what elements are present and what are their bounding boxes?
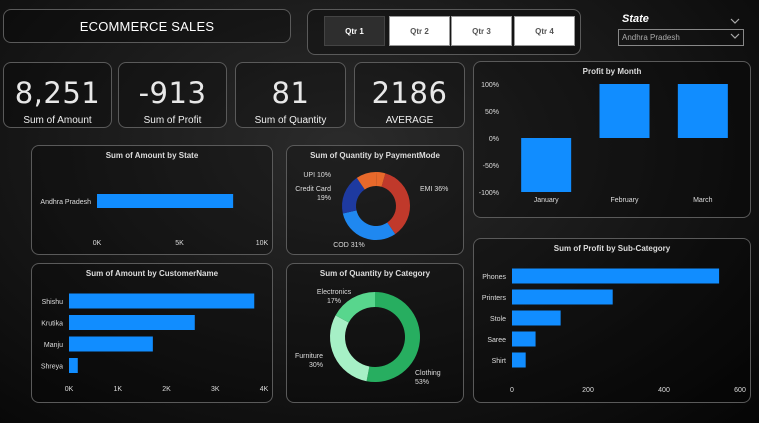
quantity-by-paymentmode-chart: EMI 36% COD 31% Credit Card 19% UPI 10% (295, 172, 448, 249)
x-tick-label: 600 (734, 387, 746, 394)
slice-label-furniture: Furniture (295, 353, 323, 360)
category-label-shishu: Shishu (42, 299, 64, 306)
kpi-value: 2186 (371, 76, 448, 110)
x-tick-label: 200 (582, 387, 594, 394)
bar-shreya (69, 358, 78, 373)
x-tick-label: 1K (113, 386, 122, 393)
x-tick-label: 2K (162, 386, 171, 393)
slice-label-emi: EMI 36% (420, 186, 448, 193)
profit-by-subcategory-card: Sum of Profit by Sub-Category Phones Prin… (473, 238, 751, 403)
slice-label-credit-card: Credit Card (295, 186, 331, 193)
kpi-label: Sum of Amount (23, 115, 92, 126)
category-label-printers: Printers (482, 295, 507, 302)
bar-stole (512, 310, 561, 326)
bar-krutika (69, 315, 195, 330)
quantity-by-paymentmode-card: Sum of Quantity by PaymentMode EMI 36% CO… (286, 145, 464, 255)
x-tick-label: 400 (658, 387, 670, 394)
dropdown-arrow-icon (730, 32, 740, 42)
kpi-value: -913 (138, 76, 207, 110)
x-tick-label: 3K (211, 386, 220, 393)
kpi-label: Sum of Quantity (254, 115, 327, 126)
chevron-down-icon[interactable] (730, 12, 740, 30)
state-slicer-title: State (622, 13, 649, 25)
dashboard-title: ECOMMERCE SALES (79, 18, 215, 34)
slice-label-credit-card: 19% (317, 195, 331, 202)
state-dropdown[interactable]: Andhra Pradesh (618, 29, 744, 46)
x-tick-label: 0K (93, 240, 102, 247)
slice-cod (342, 210, 396, 240)
bar-shishu (69, 293, 255, 309)
quantity-by-category-card: Sum of Quantity by Category Clothing 53% F… (286, 263, 464, 403)
amount-by-customer-chart: Shishu Krutika Manju Shreya 0K 1K 2K 3K 4K (41, 293, 269, 393)
bar-phones (512, 268, 720, 284)
kpi-value: 8,251 (14, 76, 101, 110)
bar-january (521, 138, 572, 192)
kpi-sum-of-amount: 8,251 Sum of Amount (3, 62, 112, 128)
quarter-tabs: Qtr 1 Qtr 2 Qtr 3 Qtr 4 (307, 9, 581, 55)
dashboard-title-card: ECOMMERCE SALES (3, 9, 291, 43)
kpi-value: 81 (271, 76, 310, 110)
y-tick-label: -50% (483, 163, 499, 170)
state-dropdown-value: Andhra Pradesh (622, 33, 680, 42)
kpi-sum-of-quantity: 81 Sum of Quantity (235, 62, 346, 128)
category-label-shreya: Shreya (41, 364, 63, 371)
slice-label-electronics: 17% (327, 298, 341, 305)
y-tick-label: 50% (485, 109, 499, 116)
slice-label-clothing: 53% (415, 379, 429, 386)
tab-qtr-4[interactable]: Qtr 4 (514, 16, 575, 46)
slice-label-upi: UPI 10% (303, 172, 331, 179)
x-tick-label-march: March (693, 197, 713, 204)
kpi-average: 2186 AVERAGE (354, 62, 465, 128)
kpi-label: Sum of Profit (143, 115, 202, 126)
profit-by-month-chart: 100% 50% 0% -50% -100% January February March (479, 82, 728, 204)
kpi-label: AVERAGE (385, 115, 434, 126)
profit-by-subcategory-chart: Phones Printers Stole Saree Shirt 0 200 400 600 (482, 268, 746, 394)
slice-label-cod: COD 31% (333, 242, 365, 249)
slice-furniture (330, 315, 370, 382)
profit-by-month-card: Profit by Month 100% 50% 0% -50% -100% Januar… (473, 61, 751, 218)
slice-label-clothing: Clothing (415, 370, 441, 377)
y-tick-label: -100% (479, 190, 499, 197)
x-tick-label: 4K (260, 386, 269, 393)
category-label-andhra-pradesh: Andhra Pradesh (40, 199, 91, 206)
bar-printers (512, 289, 613, 305)
x-tick-label: 0K (65, 386, 74, 393)
category-label-krutika: Krutika (41, 321, 63, 328)
tab-qtr-1[interactable]: Qtr 1 (324, 16, 385, 46)
quantity-by-category-chart: Clothing 53% Furniture 30% Electronics 17% (295, 289, 441, 386)
amount-by-customer-card: Sum of Amount by CustomerName Shishu Krut… (31, 263, 273, 403)
amount-by-state-chart: Andhra Pradesh 0K 5K 10K (40, 194, 269, 247)
x-tick-label: 5K (175, 240, 184, 247)
bar-saree (512, 331, 536, 347)
bar-shirt (512, 352, 526, 368)
category-label-shirt: Shirt (492, 358, 506, 365)
category-label-manju: Manju (44, 342, 63, 349)
slice-label-furniture: 30% (309, 362, 323, 369)
category-label-saree: Saree (487, 337, 506, 344)
kpi-sum-of-profit: -913 Sum of Profit (118, 62, 227, 128)
category-label-stole: Stole (490, 316, 506, 323)
bar-february (599, 84, 650, 138)
y-tick-label: 0% (489, 136, 499, 143)
y-tick-label: 100% (481, 82, 499, 89)
x-tick-label-january: January (534, 197, 559, 204)
tab-qtr-3[interactable]: Qtr 3 (451, 16, 512, 46)
bar-march (677, 84, 728, 138)
x-tick-label-february: February (610, 197, 639, 204)
slice-label-electronics: Electronics (317, 289, 352, 296)
x-tick-label: 0 (510, 387, 514, 394)
bar-andhra-pradesh (97, 194, 234, 208)
slice-electronics (335, 292, 375, 323)
category-label-phones: Phones (482, 274, 506, 281)
tab-qtr-2[interactable]: Qtr 2 (389, 16, 450, 46)
x-tick-label: 10K (256, 240, 269, 247)
bar-manju (69, 336, 153, 352)
amount-by-state-card: Sum of Amount by State Andhra Pradesh 0K 5… (31, 145, 273, 255)
